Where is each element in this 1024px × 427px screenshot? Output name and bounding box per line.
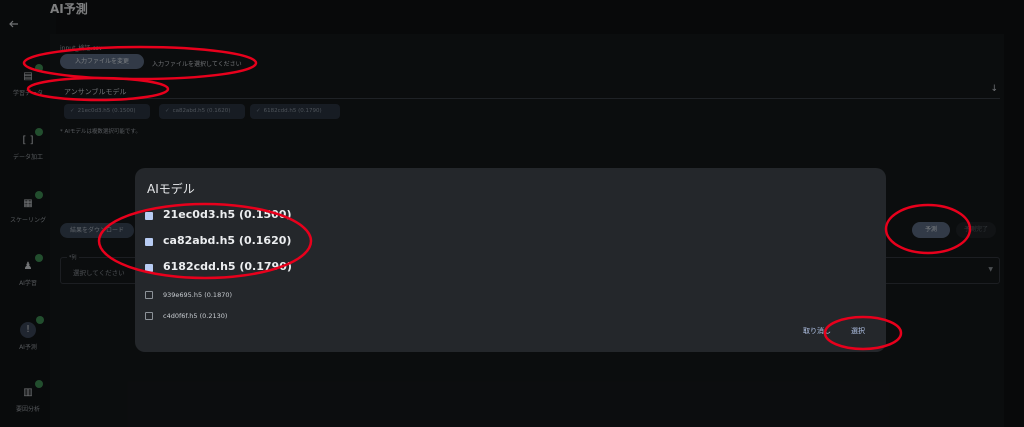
checkbox-checked[interactable] bbox=[145, 238, 153, 246]
checkbox-checked[interactable] bbox=[145, 212, 153, 220]
model-option-label: c4d0f6f.h5 (0.2130) bbox=[163, 312, 228, 320]
model-option-label: 21ec0d3.h5 (0.1500) bbox=[163, 208, 292, 221]
checkbox-unchecked[interactable] bbox=[145, 312, 153, 320]
model-option-label: ca82abd.h5 (0.1620) bbox=[163, 234, 292, 247]
app-root: ▤ 学習データ [ ] データ加工 ▦ スケーリング ♟ AI学習 ! AI予測… bbox=[0, 0, 1024, 427]
checkbox-checked[interactable] bbox=[145, 264, 153, 272]
ai-model-dialog: AIモデル 21ec0d3.h5 (0.1500) ca82abd.h5 (0.… bbox=[135, 168, 886, 352]
model-option-label: 6182cdd.h5 (0.1790) bbox=[163, 260, 292, 273]
checkbox-unchecked[interactable] bbox=[145, 291, 153, 299]
dialog-title: AIモデル bbox=[147, 182, 195, 196]
select-button[interactable]: 選択 bbox=[851, 326, 865, 336]
cancel-button[interactable]: 取り消し bbox=[803, 326, 831, 336]
model-option-label: 939e695.h5 (0.1870) bbox=[163, 291, 233, 299]
